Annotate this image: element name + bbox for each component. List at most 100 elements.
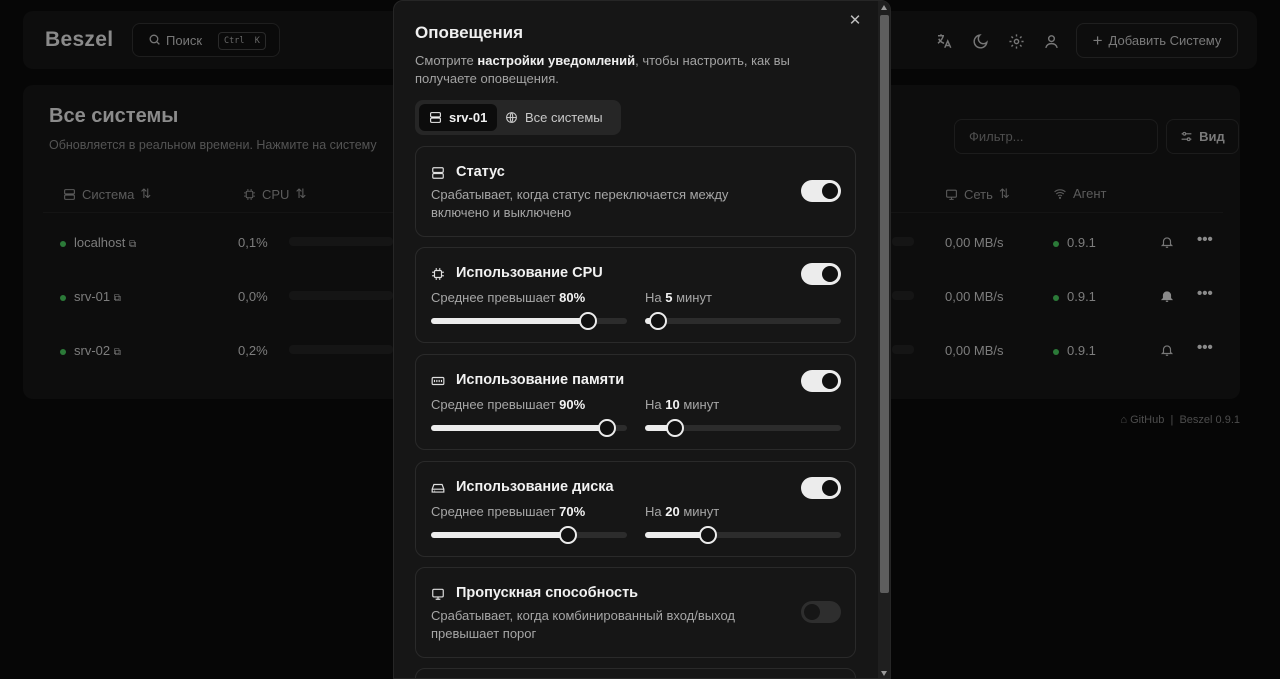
- copy-icon[interactable]: ⧉: [114, 347, 121, 358]
- shortcut-hint: Ctrl K: [218, 32, 266, 50]
- agent-version: 0.9.1: [1053, 343, 1096, 358]
- column-net-label: Сеть: [964, 186, 993, 202]
- wifi-icon: [1053, 187, 1067, 200]
- alert-card-cpu: Использование CPU Среднее превышает 80% …: [415, 247, 856, 343]
- column-agent-label: Агент: [1073, 186, 1107, 201]
- alerts-tabs: srv-01 Все системы: [415, 100, 621, 135]
- agent-status-dot: [1053, 348, 1059, 355]
- alert-card-status: Статус Срабатывает, когда статус переклю…: [415, 146, 856, 237]
- translate-icon[interactable]: [933, 30, 955, 52]
- scroll-down-arrow-icon[interactable]: [881, 671, 887, 676]
- threshold-label: Среднее превышает 70%: [431, 504, 586, 519]
- net-value: 0,00 MB/s: [945, 289, 1004, 304]
- alert-card-memory: Использование памяти Среднее превышает 9…: [415, 354, 856, 450]
- disk-threshold-slider[interactable]: [431, 526, 627, 544]
- cpu-alert-toggle[interactable]: [801, 263, 841, 285]
- agent-status-dot: [1053, 240, 1059, 247]
- scroll-up-arrow-icon[interactable]: [881, 5, 887, 10]
- logo[interactable]: Beszel: [45, 28, 113, 52]
- bandwidth-alert-toggle[interactable]: [801, 601, 841, 623]
- alert-card-disk: Использование диска Среднее превышает 70…: [415, 461, 856, 557]
- alert-card-bandwidth: Пропускная способность Срабатывает, когд…: [415, 567, 856, 658]
- search-button[interactable]: Поиск Ctrl K: [132, 23, 280, 57]
- disk-duration-slider[interactable]: [645, 526, 841, 544]
- view-button[interactable]: Вид: [1166, 119, 1239, 154]
- net-value: 0,00 MB/s: [945, 235, 1004, 250]
- usage-bar: [892, 291, 914, 300]
- more-icon[interactable]: •••: [1197, 285, 1213, 302]
- memory-duration-slider[interactable]: [645, 419, 841, 437]
- search-label: Поиск: [166, 33, 203, 48]
- sliders-icon: [1180, 130, 1193, 143]
- system-name[interactable]: srv-02 ⧉: [60, 343, 121, 358]
- threshold-label: Среднее превышает 90%: [431, 397, 586, 412]
- dialog-title: Оповещения: [415, 23, 523, 42]
- memory-threshold-slider[interactable]: [431, 419, 627, 437]
- disk-alert-toggle[interactable]: [801, 477, 841, 499]
- column-system[interactable]: Система ⇅: [63, 186, 151, 202]
- tab-system[interactable]: srv-01: [419, 104, 498, 131]
- cpu-duration-slider[interactable]: [645, 312, 841, 330]
- bell-icon[interactable]: [1160, 343, 1174, 357]
- tab-all-systems[interactable]: Все системы: [495, 104, 613, 131]
- server-icon: [429, 111, 442, 124]
- dialog-description: Смотрите настройки уведомлений, чтобы на…: [415, 53, 790, 86]
- sort-icon: ⇅: [140, 186, 152, 201]
- system-name[interactable]: localhost ⧉: [60, 235, 136, 250]
- column-net[interactable]: Сеть ⇅: [945, 186, 1010, 202]
- disk-icon: [431, 481, 445, 495]
- alert-title: Использование памяти: [456, 372, 625, 388]
- user-icon[interactable]: [1040, 30, 1062, 52]
- notification-settings-link[interactable]: настройки уведомлений: [477, 53, 635, 68]
- alerts-dialog: Оповещения ✕ Смотрите настройки уведомле…: [393, 0, 891, 679]
- add-system-button[interactable]: + Добавить Систему: [1076, 23, 1238, 58]
- alert-description: Срабатывает, когда комбинированный вход/…: [431, 608, 735, 641]
- footer-separator: |: [1170, 414, 1174, 426]
- more-icon[interactable]: •••: [1197, 231, 1213, 248]
- cpu-value: 0,1%: [238, 235, 268, 250]
- agent-version: 0.9.1: [1053, 235, 1096, 250]
- cpu-value: 0,0%: [238, 289, 268, 304]
- cpu-threshold-slider[interactable]: [431, 312, 627, 330]
- filter-input[interactable]: Фильтр...: [954, 119, 1158, 154]
- column-cpu[interactable]: CPU ⇅: [243, 186, 306, 202]
- close-icon[interactable]: ✕: [847, 13, 863, 29]
- view-label: Вид: [1199, 129, 1225, 144]
- alert-title: Статус: [456, 164, 505, 180]
- status-dot: [60, 294, 66, 301]
- duration-label: На 5 минут: [645, 290, 712, 305]
- memory-alert-toggle[interactable]: [801, 370, 841, 392]
- agent-status-dot: [1053, 294, 1059, 301]
- usage-bar: [892, 237, 914, 246]
- cpu-bar: [289, 345, 393, 354]
- memory-icon: [431, 374, 445, 388]
- github-link[interactable]: ⌂ GitHub: [1120, 414, 1164, 426]
- status-dot: [60, 240, 66, 247]
- more-icon[interactable]: •••: [1197, 339, 1213, 356]
- moon-icon[interactable]: [969, 30, 991, 52]
- alert-title: Использование CPU: [456, 265, 603, 281]
- scrollbar-thumb[interactable]: [880, 15, 889, 593]
- bell-icon[interactable]: [1160, 235, 1174, 249]
- network-icon: [945, 188, 958, 201]
- copy-icon[interactable]: ⧉: [129, 239, 136, 250]
- dialog-scrollbar[interactable]: [878, 1, 890, 678]
- version-link[interactable]: Beszel 0.9.1: [1179, 414, 1240, 426]
- server-icon: [63, 188, 76, 201]
- globe-icon: [505, 111, 518, 124]
- page-subtitle: Обновляется в реальном времени. Нажмите …: [49, 138, 377, 152]
- status-alert-toggle[interactable]: [801, 180, 841, 202]
- alert-card-next: [415, 668, 856, 678]
- copy-icon[interactable]: ⧉: [114, 293, 121, 304]
- cpu-icon: [431, 267, 445, 281]
- duration-label: На 10 минут: [645, 397, 720, 412]
- plus-icon: +: [1092, 31, 1103, 50]
- network-icon: [431, 587, 445, 601]
- gear-icon[interactable]: [1005, 30, 1027, 52]
- cpu-bar: [289, 237, 393, 246]
- alerts-dialog-content: Оповещения ✕ Смотрите настройки уведомле…: [394, 1, 878, 678]
- column-agent[interactable]: Агент: [1053, 186, 1107, 201]
- system-name[interactable]: srv-01 ⧉: [60, 289, 121, 304]
- bell-filled-icon[interactable]: [1160, 289, 1174, 303]
- sort-icon: ⇅: [998, 186, 1010, 201]
